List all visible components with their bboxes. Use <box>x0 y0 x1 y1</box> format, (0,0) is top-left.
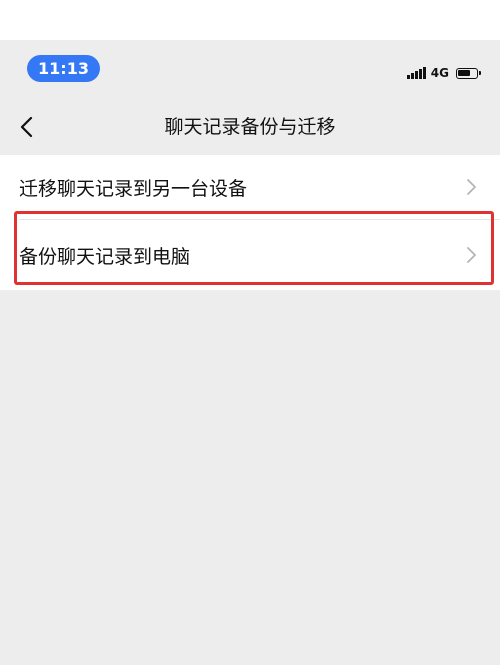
list-item-label: 迁移聊天记录到另一台设备 <box>19 177 248 200</box>
settings-list: 迁移聊天记录到另一台设备 备份聊天记录到电脑 <box>0 155 500 290</box>
network-type: 4G <box>430 66 449 80</box>
screen: 11:13 4G 聊天记录备份与迁移 迁移聊天记录到另一台设备 备份聊天记录到电… <box>0 0 500 665</box>
list-item-label: 备份聊天记录到电脑 <box>19 245 191 268</box>
chevron-left-icon <box>20 116 33 138</box>
status-indicators: 4G <box>406 63 481 83</box>
status-time: 11:13 <box>27 55 100 82</box>
app-background <box>0 40 500 665</box>
chevron-right-icon <box>467 247 476 263</box>
signal-bars-icon <box>406 67 426 79</box>
list-item-migrate-to-device[interactable]: 迁移聊天记录到另一台设备 <box>0 155 500 219</box>
back-button[interactable] <box>12 112 42 142</box>
chevron-right-icon <box>467 179 476 195</box>
battery-icon <box>456 67 481 79</box>
list-item-backup-to-computer[interactable]: 备份聊天记录到电脑 <box>0 220 500 290</box>
